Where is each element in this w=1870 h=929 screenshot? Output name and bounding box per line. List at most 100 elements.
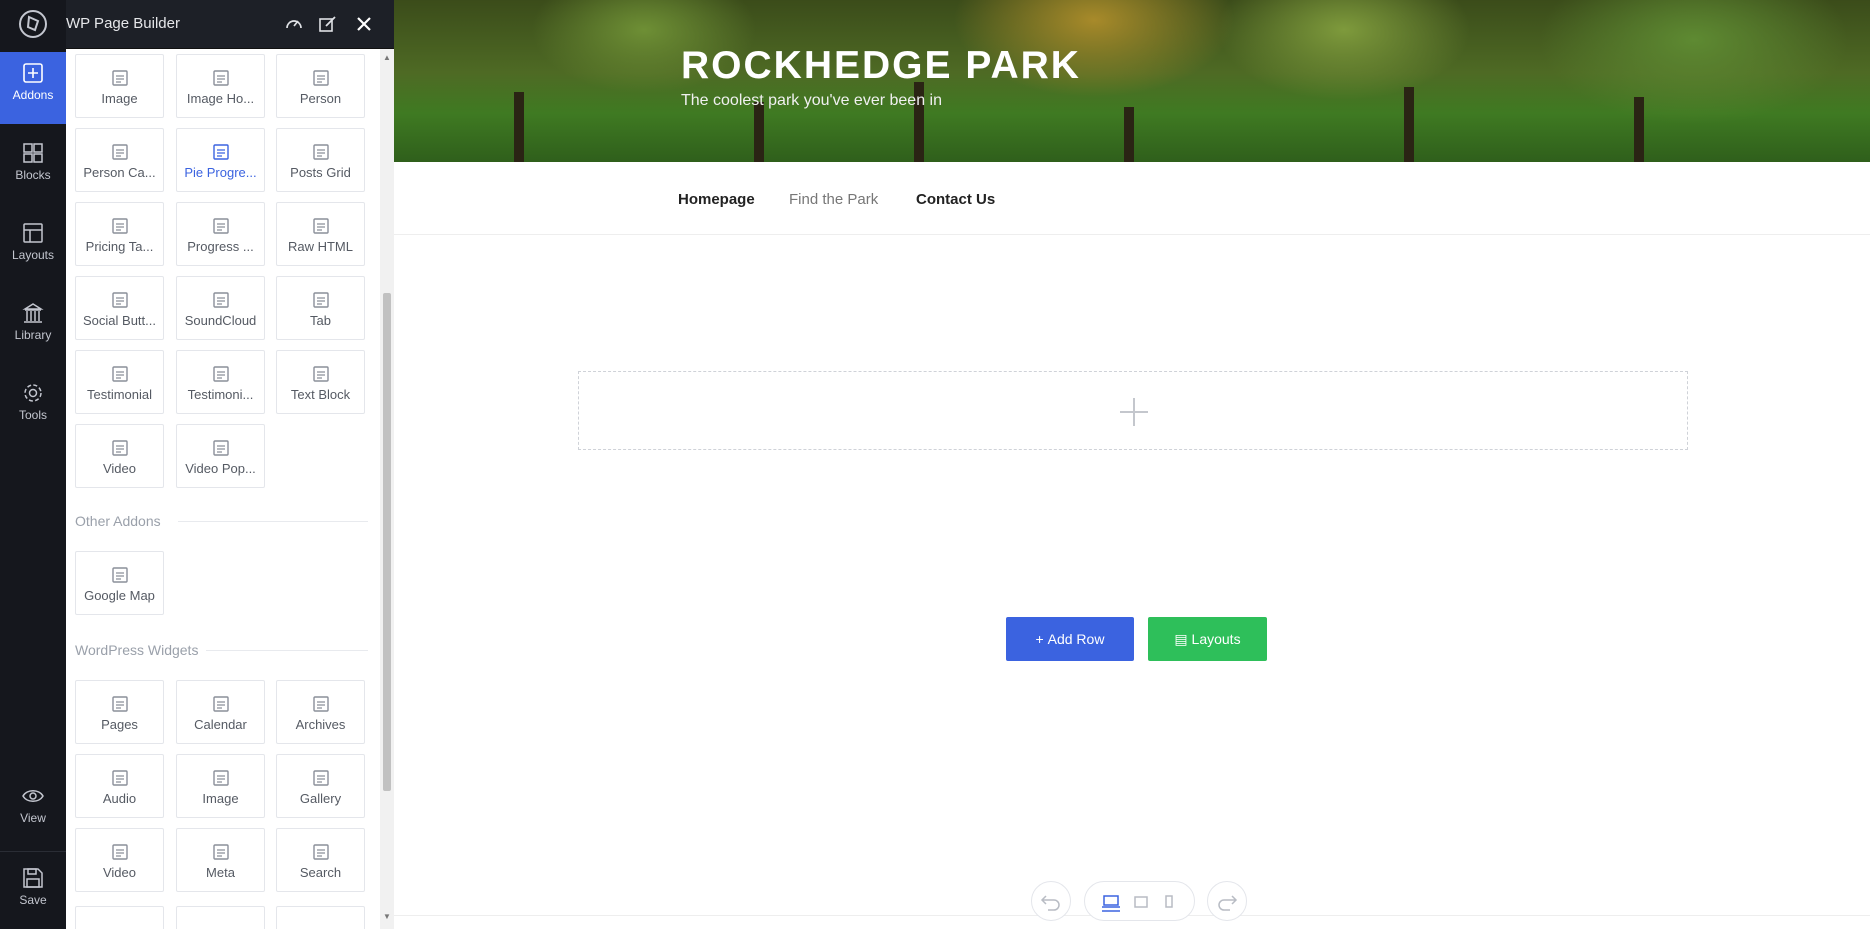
device-toolbar bbox=[1031, 879, 1247, 923]
rail-library[interactable]: Library bbox=[0, 292, 66, 364]
site-title[interactable]: ROCKHEDGE PARK bbox=[681, 44, 1081, 88]
tablet-icon[interactable] bbox=[1131, 892, 1151, 912]
addon-label: Posts Grid bbox=[290, 165, 351, 180]
addon-label: Tab bbox=[310, 313, 331, 328]
logo-icon bbox=[17, 8, 49, 40]
add-row-label: Add Row bbox=[1047, 631, 1105, 647]
addon-label: Video bbox=[102, 461, 136, 476]
nav-find-the-park[interactable]: Find the Park bbox=[789, 191, 878, 208]
addon-tile[interactable]: Testimoni... bbox=[176, 350, 265, 414]
nav-homepage[interactable]: Homepage bbox=[678, 191, 755, 208]
rail-view[interactable]: View bbox=[0, 775, 66, 847]
close-icon[interactable] bbox=[354, 14, 374, 34]
rail-save[interactable]: Save bbox=[0, 857, 66, 929]
redo-icon bbox=[1218, 895, 1238, 911]
site-header-image: ROCKHEDGE PARK The coolest park you've e… bbox=[394, 0, 1870, 162]
addon-label: Social Butt... bbox=[83, 313, 156, 328]
redo-button[interactable] bbox=[1207, 881, 1247, 921]
addon-tile[interactable]: Pages bbox=[75, 680, 164, 744]
addon-icon bbox=[211, 142, 231, 162]
app-title: WP Page Builder bbox=[66, 15, 180, 32]
scrollbar-thumb[interactable] bbox=[383, 293, 391, 791]
addon-label: Pages bbox=[101, 717, 138, 732]
addon-label: Google Map bbox=[84, 588, 155, 603]
tree-trunk bbox=[754, 102, 764, 162]
empty-row-dropzone[interactable] bbox=[578, 371, 1688, 450]
nav-contact-us[interactable]: Contact Us bbox=[916, 191, 995, 208]
dashboard-icon[interactable] bbox=[284, 14, 304, 34]
addon-label: Image Ho... bbox=[186, 91, 255, 106]
addon-tile[interactable]: Meta bbox=[176, 828, 265, 892]
desktop-icon[interactable] bbox=[1101, 892, 1121, 912]
addon-icon bbox=[110, 68, 130, 88]
addon-label: Pricing Ta... bbox=[85, 239, 154, 254]
addon-tile[interactable]: Tab bbox=[276, 276, 365, 340]
addon-icon bbox=[311, 842, 331, 862]
addon-tile[interactable]: Image bbox=[176, 754, 265, 818]
addon-tile[interactable]: Testimonial bbox=[75, 350, 164, 414]
add-row-button[interactable]: + Add Row bbox=[1006, 617, 1134, 661]
addon-tile[interactable]: Text Block bbox=[276, 350, 365, 414]
addon-label: Image bbox=[101, 91, 138, 106]
rail-tools[interactable]: Tools bbox=[0, 372, 66, 444]
addon-icon bbox=[211, 842, 231, 862]
addon-tile[interactable]: Video Pop... bbox=[176, 424, 265, 488]
addon-tile[interactable]: Video bbox=[75, 424, 164, 488]
tree-trunk bbox=[1124, 107, 1134, 162]
addon-icon bbox=[110, 142, 130, 162]
addon-tile[interactable]: Social Butt... bbox=[75, 276, 164, 340]
addon-icon bbox=[211, 438, 231, 458]
addon-tile[interactable]: Person bbox=[276, 54, 365, 118]
addon-tile-partial[interactable] bbox=[75, 906, 164, 929]
site-tagline: The coolest park you've ever been in bbox=[681, 92, 942, 109]
scroll-up-icon[interactable]: ▲ bbox=[383, 54, 391, 62]
addon-tile[interactable]: Pie Progre... bbox=[176, 128, 265, 192]
addon-label: Person Ca... bbox=[83, 165, 156, 180]
addon-tile[interactable]: Raw HTML bbox=[276, 202, 365, 266]
addon-tile[interactable]: Calendar bbox=[176, 680, 265, 744]
rail-layouts[interactable]: Layouts bbox=[0, 212, 66, 284]
rail-label: Save bbox=[19, 893, 47, 907]
rail-addons[interactable]: Addons bbox=[0, 52, 66, 124]
addon-tile[interactable]: Gallery bbox=[276, 754, 365, 818]
addon-icon bbox=[110, 438, 130, 458]
rail-label: Layouts bbox=[11, 248, 55, 262]
addon-label: Progress ... bbox=[187, 239, 254, 254]
addon-tile[interactable]: Search bbox=[276, 828, 365, 892]
addon-tile[interactable]: Video bbox=[75, 828, 164, 892]
addon-tile[interactable]: Person Ca... bbox=[75, 128, 164, 192]
addon-tile[interactable]: Archives bbox=[276, 680, 365, 744]
site-navigation: Homepage Find the Park Contact Us bbox=[394, 162, 1870, 235]
undo-button[interactable] bbox=[1031, 881, 1071, 921]
addon-icon bbox=[211, 216, 231, 236]
edit-icon[interactable] bbox=[318, 14, 338, 34]
addon-tile-partial[interactable] bbox=[276, 906, 365, 929]
rail-blocks[interactable]: Blocks bbox=[0, 132, 66, 204]
addon-icon bbox=[211, 364, 231, 384]
addon-tile[interactable]: Posts Grid bbox=[276, 128, 365, 192]
section-divider bbox=[206, 650, 368, 651]
addon-tile[interactable]: SoundCloud bbox=[176, 276, 265, 340]
mobile-icon[interactable] bbox=[1159, 892, 1179, 912]
scroll-down-icon[interactable]: ▼ bbox=[383, 913, 391, 921]
addon-tile[interactable]: Image Ho... bbox=[176, 54, 265, 118]
panel-header: WP Page Builder bbox=[66, 0, 394, 49]
addon-tile[interactable]: Pricing Ta... bbox=[75, 202, 164, 266]
rail-divider bbox=[0, 851, 66, 852]
addon-tile[interactable]: Image bbox=[75, 54, 164, 118]
addon-tile-partial[interactable] bbox=[176, 906, 265, 929]
addon-tile[interactable]: Progress ... bbox=[176, 202, 265, 266]
layouts-label: Layouts bbox=[1191, 631, 1241, 647]
addon-tile[interactable]: Audio bbox=[75, 754, 164, 818]
layouts-button[interactable]: ▤ Layouts bbox=[1148, 617, 1267, 661]
addon-label: Audio bbox=[102, 791, 137, 806]
addons-panel: Image Image Ho... Person Person Ca... Pie Pr… bbox=[66, 49, 380, 929]
rail-label: Tools bbox=[18, 408, 47, 422]
sidebar-rail: Addons Blocks Layouts Library Tools View… bbox=[0, 0, 66, 929]
addon-icon bbox=[110, 290, 130, 310]
addon-tile[interactable]: Google Map bbox=[75, 551, 164, 615]
addon-icon bbox=[311, 364, 331, 384]
panel-scrollbar[interactable]: ▲ ▼ bbox=[380, 49, 394, 929]
layouts-icon: ▤ bbox=[1174, 631, 1188, 647]
eye-icon bbox=[22, 790, 44, 802]
